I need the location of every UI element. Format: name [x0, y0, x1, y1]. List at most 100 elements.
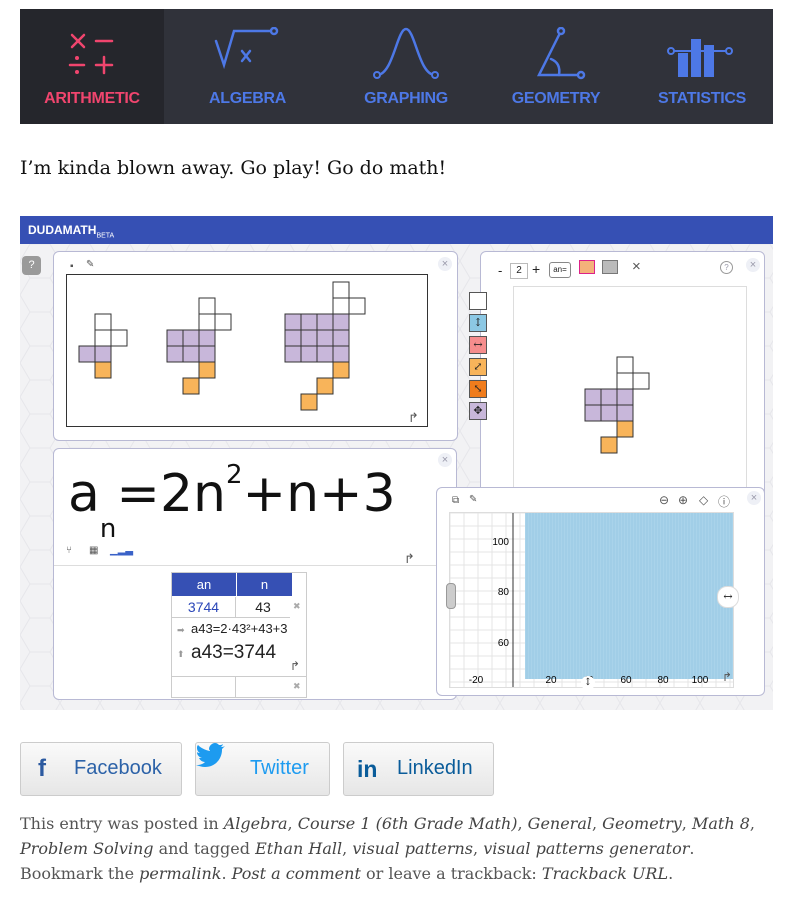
pattern-tile	[300, 329, 318, 347]
category-link[interactable]: Problem Solving	[20, 839, 154, 858]
resize-icon[interactable]: ↱	[404, 551, 415, 567]
up-arrow-icon: ⬆	[177, 649, 185, 659]
step-number-input[interactable]: 2	[510, 263, 528, 279]
close-icon[interactable]: ×	[438, 257, 452, 271]
diagonal-tool-icon[interactable]: ⤢	[469, 358, 487, 376]
pencil-icon[interactable]: ✎	[86, 259, 94, 270]
post-comment-link[interactable]: Post a comment	[232, 864, 361, 883]
divider	[54, 565, 456, 566]
pattern-tile	[300, 313, 318, 331]
stepper-minus[interactable]: -	[498, 263, 502, 278]
diagonal-down-tool-icon[interactable]: ⤡	[469, 380, 487, 398]
graph-window[interactable]: ⧉ ✎ ⊖ ⊕ ◇ ⓘ × 1008060-2020406080100 ↔ ↕ …	[436, 487, 765, 696]
stepper-plus[interactable]: +	[532, 261, 540, 277]
vertical-slider-handle[interactable]	[446, 583, 456, 609]
pattern-tile	[94, 361, 112, 379]
tab-arithmetic[interactable]: ARITHMETIC	[20, 9, 164, 124]
tab-algebra[interactable]: ALGEBRA	[164, 9, 331, 124]
graph-canvas[interactable]: 1008060-2020406080100	[449, 512, 734, 688]
resize-icon[interactable]: ↱	[408, 410, 419, 426]
twitter-label: Twitter	[250, 757, 309, 779]
resize-icon[interactable]: ↱	[290, 659, 300, 673]
tag-link[interactable]: visual patterns generator	[483, 839, 689, 858]
chart-icon[interactable]: ▁▂▃	[110, 545, 133, 556]
save-icon[interactable]: ▪	[70, 261, 74, 272]
blank-tile-tool[interactable]	[469, 292, 487, 310]
close-icon[interactable]: ×	[746, 258, 760, 272]
facebook-share-button[interactable]: f Facebook	[20, 742, 182, 796]
tile-tool-palette: ↕ ↔ ⤢ ⤡ ✥	[469, 292, 487, 422]
builder-canvas[interactable]	[513, 286, 747, 514]
pencil-icon[interactable]: ✎	[469, 494, 477, 505]
fit-icon[interactable]: ◇	[699, 493, 708, 507]
y-tick-label: 60	[498, 638, 510, 649]
zoom-in-icon[interactable]: ⊕	[678, 493, 688, 507]
pattern-builder-window[interactable]: - 2 + an= × ? ×	[480, 251, 765, 523]
delete-row-icon[interactable]: ✖	[293, 681, 301, 692]
meta-text: Bookmark the	[20, 864, 135, 883]
move-tool-icon[interactable]: ✥	[469, 402, 487, 420]
y-tick-label: 80	[498, 587, 510, 598]
formula-rest: +n+3	[242, 464, 396, 524]
horizontal-tool-icon[interactable]: ↔	[469, 336, 487, 354]
arrow-icon: ➡	[177, 625, 185, 635]
pattern-tile	[284, 329, 302, 347]
pattern-tile	[166, 345, 184, 363]
category-link[interactable]: Geometry	[602, 814, 682, 833]
bell-curve-icon	[373, 27, 439, 79]
category-link[interactable]: General	[528, 814, 592, 833]
twitter-icon	[196, 743, 225, 767]
category-link[interactable]: Course 1 (6th Grade Math)	[298, 814, 518, 833]
pattern-tile	[332, 361, 350, 379]
pattern-tile	[78, 345, 96, 363]
pattern-tile	[316, 313, 334, 331]
formula-button[interactable]: an=	[549, 262, 571, 278]
permalink-link[interactable]: permalink	[139, 864, 221, 883]
pattern-drawing	[78, 281, 366, 411]
tab-statistics[interactable]: STATISTICS	[631, 9, 773, 124]
graph-plot: 1008060-2020406080100	[449, 512, 733, 687]
tab-geometry[interactable]: GEOMETRY	[481, 9, 631, 124]
pattern-tile	[600, 388, 618, 406]
pan-horizontal-icon[interactable]: ↔	[717, 586, 739, 608]
linkedin-share-button[interactable]: in LinkedIn	[343, 742, 494, 796]
brand-tag: BETA	[96, 232, 115, 240]
clear-icon[interactable]: ×	[632, 258, 641, 275]
pattern-steps-window[interactable]: ▪ ✎ × ↱	[53, 251, 458, 441]
vertical-tool-icon[interactable]: ↕	[469, 314, 487, 332]
delete-row-icon[interactable]: ✖	[293, 601, 301, 612]
pattern-tile	[616, 372, 634, 390]
close-icon[interactable]: ×	[747, 491, 761, 505]
pattern-tile	[94, 313, 112, 331]
tag-link[interactable]: visual patterns	[352, 839, 473, 858]
branch-icon[interactable]: ⑂	[66, 545, 72, 556]
help-icon[interactable]: ?	[22, 256, 41, 275]
pan-vertical-icon[interactable]: ↕	[581, 676, 595, 690]
tab-graphing[interactable]: GRAPHING	[331, 9, 481, 124]
category-link[interactable]: Math 8	[692, 814, 750, 833]
zoom-out-icon[interactable]: ⊖	[659, 493, 669, 507]
tab-label: ARITHMETIC	[44, 90, 140, 107]
table-icon[interactable]: ▦	[89, 545, 98, 556]
cell-an-value[interactable]: 3744	[172, 597, 236, 618]
meta-text: and tagged	[158, 839, 250, 858]
resize-icon[interactable]: ↱	[722, 670, 732, 684]
image-color-icon[interactable]	[579, 260, 595, 274]
bar-chart-icon	[667, 39, 733, 77]
twitter-share-button[interactable]: Twitter	[195, 742, 330, 796]
category-link[interactable]: Algebra	[224, 814, 288, 833]
close-icon[interactable]: ×	[438, 453, 452, 467]
linkedin-icon: in	[357, 756, 378, 782]
cell-n-value[interactable]: 43	[236, 597, 290, 618]
tag-link[interactable]: Ethan Hall	[255, 839, 342, 858]
app-brand: DUDAMATH	[28, 223, 97, 237]
meta-text: or leave a trackback:	[365, 864, 537, 883]
help-icon[interactable]: ⓘ	[718, 493, 730, 510]
trackback-link[interactable]: Trackback URL	[542, 864, 668, 883]
duplicate-icon[interactable]: ⧉	[452, 495, 459, 506]
math-topic-nav: ARITHMETIC ALGEBRA GRAPHING GEOMETRY STA…	[20, 9, 773, 124]
help-icon[interactable]: ?	[720, 261, 733, 274]
pattern-tile	[214, 313, 232, 331]
image-icon[interactable]	[602, 260, 618, 274]
y-tick-label: 100	[492, 537, 509, 548]
